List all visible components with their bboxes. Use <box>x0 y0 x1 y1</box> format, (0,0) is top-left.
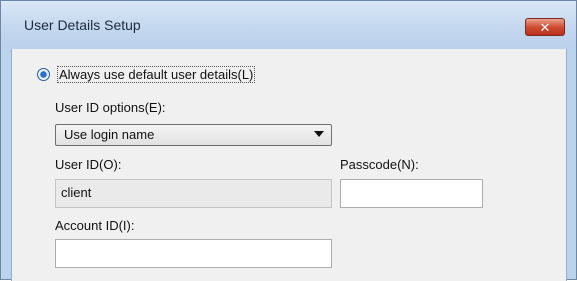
user-id-field[interactable]: client <box>55 179 332 208</box>
radio-label[interactable]: Always use default user details(L) <box>57 66 256 83</box>
close-button[interactable]: ✕ <box>525 18 565 36</box>
account-id-label: Account ID(I): <box>55 218 135 233</box>
user-id-value: client <box>61 185 92 200</box>
passcode-field[interactable] <box>340 179 483 208</box>
user-id-options-dropdown[interactable]: Use login name <box>55 124 332 146</box>
chevron-down-icon <box>314 131 324 137</box>
user-id-label: User ID(O): <box>55 157 122 172</box>
radio-button-checked[interactable] <box>37 68 50 81</box>
close-icon: ✕ <box>539 19 551 35</box>
title-bar[interactable]: User Details Setup ✕ <box>1 1 576 49</box>
default-user-details-option[interactable]: Always use default user details(L) <box>37 66 256 83</box>
window-title: User Details Setup <box>24 17 141 33</box>
account-id-field[interactable] <box>55 239 332 268</box>
dialog-window: User Details Setup ✕ Always use default … <box>0 0 577 281</box>
user-id-options-label: User ID options(E): <box>55 100 166 115</box>
dialog-content: Always use default user details(L) User … <box>11 49 567 281</box>
passcode-label: Passcode(N): <box>340 157 419 172</box>
dropdown-selected-value: Use login name <box>64 127 155 142</box>
